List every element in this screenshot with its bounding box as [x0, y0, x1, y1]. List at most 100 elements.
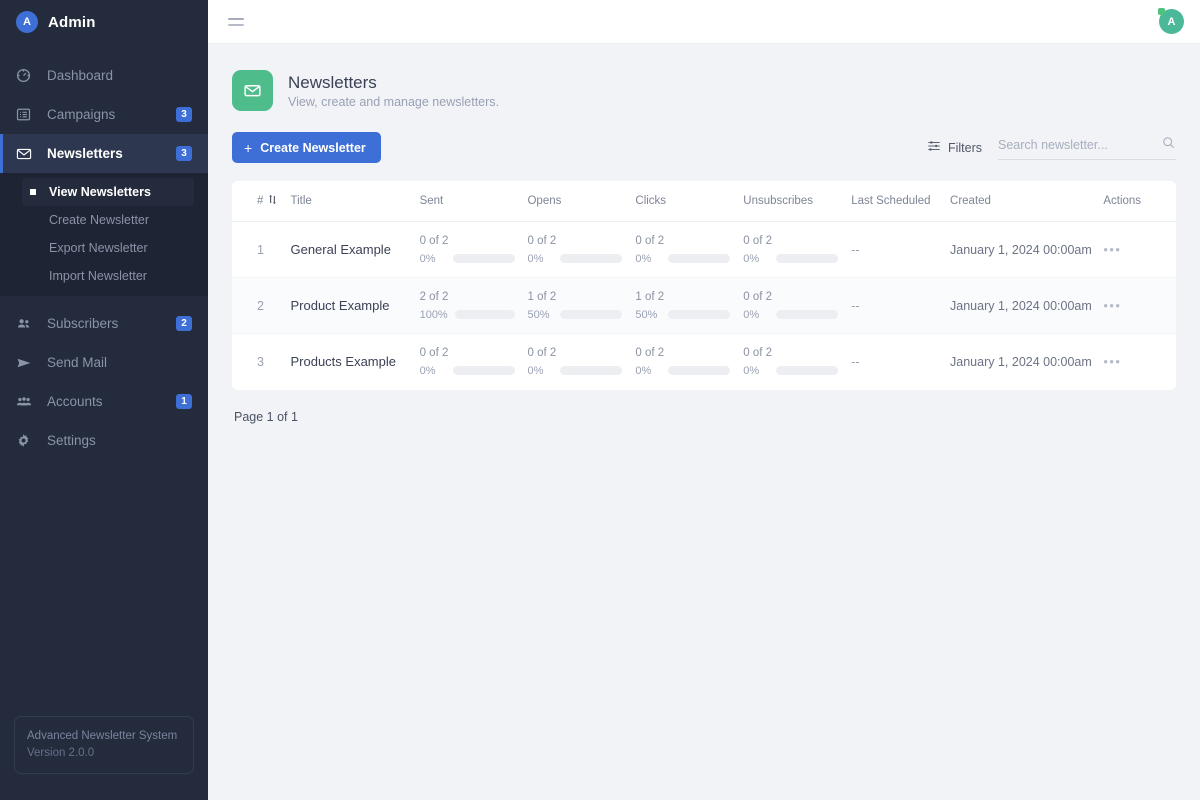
sidebar-item-newsletters[interactable]: Newsletters 3	[0, 134, 208, 173]
search-icon[interactable]	[1162, 136, 1175, 154]
opens-progress-bar	[560, 254, 622, 263]
toolbar: + Create Newsletter Filt	[232, 132, 1176, 163]
opens-percent: 0%	[527, 365, 553, 377]
search-input[interactable]	[998, 138, 1148, 152]
row-actions-menu-icon[interactable]: •••	[1103, 354, 1121, 369]
submenu-item-export-newsletter[interactable]: Export Newsletter	[22, 234, 194, 262]
column-header-unsubscribes[interactable]: Unsubscribes	[743, 181, 851, 222]
cell-created: January 1, 2024 00:00am	[950, 278, 1103, 334]
sidebar-item-send-mail[interactable]: Send Mail	[0, 343, 208, 382]
avatar[interactable]: A	[1159, 9, 1184, 34]
clicks-percent: 0%	[635, 253, 661, 265]
sidebar-item-accounts[interactable]: Accounts 1	[0, 382, 208, 421]
column-header-last-scheduled[interactable]: Last Scheduled	[851, 181, 950, 222]
sidebar-item-dashboard[interactable]: Dashboard	[0, 56, 208, 95]
table-row[interactable]: 1General Example 0 of 2 0% 0 of 2 0% 0 of 2 0%…	[232, 222, 1176, 278]
sidebar-item-label: Accounts	[47, 394, 176, 409]
hamburger-icon[interactable]	[228, 18, 248, 26]
column-header-actions: Actions	[1103, 181, 1176, 222]
submenu-item-label: Export Newsletter	[49, 241, 148, 255]
cell-last-scheduled: --	[851, 278, 950, 334]
cell-last-scheduled: --	[851, 222, 950, 278]
cell-opens: 0 of 20%	[527, 334, 635, 390]
newsletters-table: # Title Sent	[232, 181, 1176, 390]
cell-title[interactable]: Products Example	[290, 334, 419, 390]
clicks-progress-bar	[668, 366, 730, 375]
cell-created: January 1, 2024 00:00am	[950, 222, 1103, 278]
submenu-item-view-newsletters[interactable]: View Newsletters	[22, 178, 194, 206]
unsubscribes-percent: 0%	[743, 309, 769, 321]
sidebar: A Admin Dashboard Campaig	[0, 0, 208, 800]
page-subtitle: View, create and manage newsletters.	[288, 95, 499, 109]
column-label: #	[257, 195, 263, 207]
submenu-item-label: Import Newsletter	[49, 269, 147, 283]
gauge-icon	[15, 67, 32, 84]
cell-index: 2	[232, 278, 290, 334]
row-actions-menu-icon[interactable]: •••	[1103, 298, 1121, 313]
cell-index: 3	[232, 334, 290, 390]
opens-progress-bar	[560, 310, 622, 319]
column-header-created[interactable]: Created	[950, 181, 1103, 222]
clicks-count: 0 of 2	[635, 235, 731, 247]
cell-actions: •••	[1103, 222, 1176, 278]
column-header-title[interactable]: Title	[290, 181, 419, 222]
clicks-count: 0 of 2	[635, 347, 731, 359]
column-header-index[interactable]: #	[232, 181, 290, 222]
column-label: Clicks	[635, 195, 666, 207]
cell-clicks: 0 of 2 0%	[635, 334, 743, 390]
cell-title[interactable]: Product Example	[290, 278, 419, 334]
footer-product-name: Advanced Newsletter System	[27, 730, 181, 742]
unsubscribes-progress-bar	[776, 254, 838, 263]
sliders-icon	[927, 139, 941, 156]
unsubscribes-count: 0 of 2	[743, 235, 839, 247]
table-head: # Title Sent	[232, 181, 1176, 222]
sent-percent: 0%	[420, 253, 446, 265]
filters-button[interactable]: Filters	[927, 139, 982, 156]
opens-count: 1 of 2	[527, 291, 623, 303]
cell-unsubscribes: 0 of 2 0%	[743, 278, 851, 334]
clicks-percent: 0%	[635, 365, 661, 377]
sidebar-item-label: Subscribers	[47, 316, 176, 331]
unsubscribes-percent: 0%	[743, 365, 769, 377]
sidebar-item-subscribers[interactable]: Subscribers 2	[0, 304, 208, 343]
sidebar-item-campaigns[interactable]: Campaigns 3	[0, 95, 208, 134]
cell-opens: 1 of 2 50%	[527, 278, 635, 334]
sent-progress-bar	[455, 310, 516, 319]
submenu-item-create-newsletter[interactable]: Create Newsletter	[22, 206, 194, 234]
submenu-item-import-newsletter[interactable]: Import Newsletter	[22, 262, 194, 290]
sidebar-badge-newsletters: 3	[176, 146, 192, 161]
opens-percent: 50%	[527, 309, 553, 321]
sidebar-item-label: Newsletters	[47, 146, 176, 161]
cell-index: 1	[232, 222, 290, 278]
opens-percent: 0%	[527, 253, 553, 265]
table-row[interactable]: 3Products Example0 of 20%0 of 20%0 of 20…	[232, 334, 1176, 390]
cell-opens: 0 of 2 0%	[527, 222, 635, 278]
avatar-initial: A	[1168, 16, 1176, 28]
unsubscribes-count: 0 of 2	[743, 291, 839, 303]
create-newsletter-button[interactable]: + Create Newsletter	[232, 132, 381, 163]
sidebar-badge-accounts: 1	[176, 394, 192, 409]
table-row[interactable]: 2Product Example2 of 2100%1 of 250%1 of …	[232, 278, 1176, 334]
cell-clicks: 0 of 2 0%	[635, 222, 743, 278]
sidebar-item-settings[interactable]: Settings	[0, 421, 208, 460]
opens-count: 0 of 2	[527, 235, 623, 247]
sent-count: 0 of 2	[420, 347, 516, 359]
sort-icon[interactable]	[268, 194, 277, 208]
column-header-sent[interactable]: Sent	[420, 181, 528, 222]
opens-progress-bar	[560, 366, 622, 375]
cell-actions: •••	[1103, 334, 1176, 390]
cell-last-scheduled: --	[851, 334, 950, 390]
cell-unsubscribes: 0 of 20%	[743, 334, 851, 390]
submenu-item-label: View Newsletters	[49, 185, 151, 199]
unsubscribes-progress-bar	[776, 366, 838, 375]
row-actions-menu-icon[interactable]: •••	[1103, 242, 1121, 257]
column-header-clicks[interactable]: Clicks	[635, 181, 743, 222]
column-label: Title	[290, 195, 311, 207]
cell-title[interactable]: General Example	[290, 222, 419, 278]
unsubscribes-progress-bar	[776, 310, 838, 319]
table-header-row: # Title Sent	[232, 181, 1176, 222]
column-header-opens[interactable]: Opens	[527, 181, 635, 222]
filters-label: Filters	[948, 141, 982, 155]
sidebar-item-label: Settings	[47, 433, 192, 448]
brand[interactable]: A Admin	[0, 0, 208, 44]
